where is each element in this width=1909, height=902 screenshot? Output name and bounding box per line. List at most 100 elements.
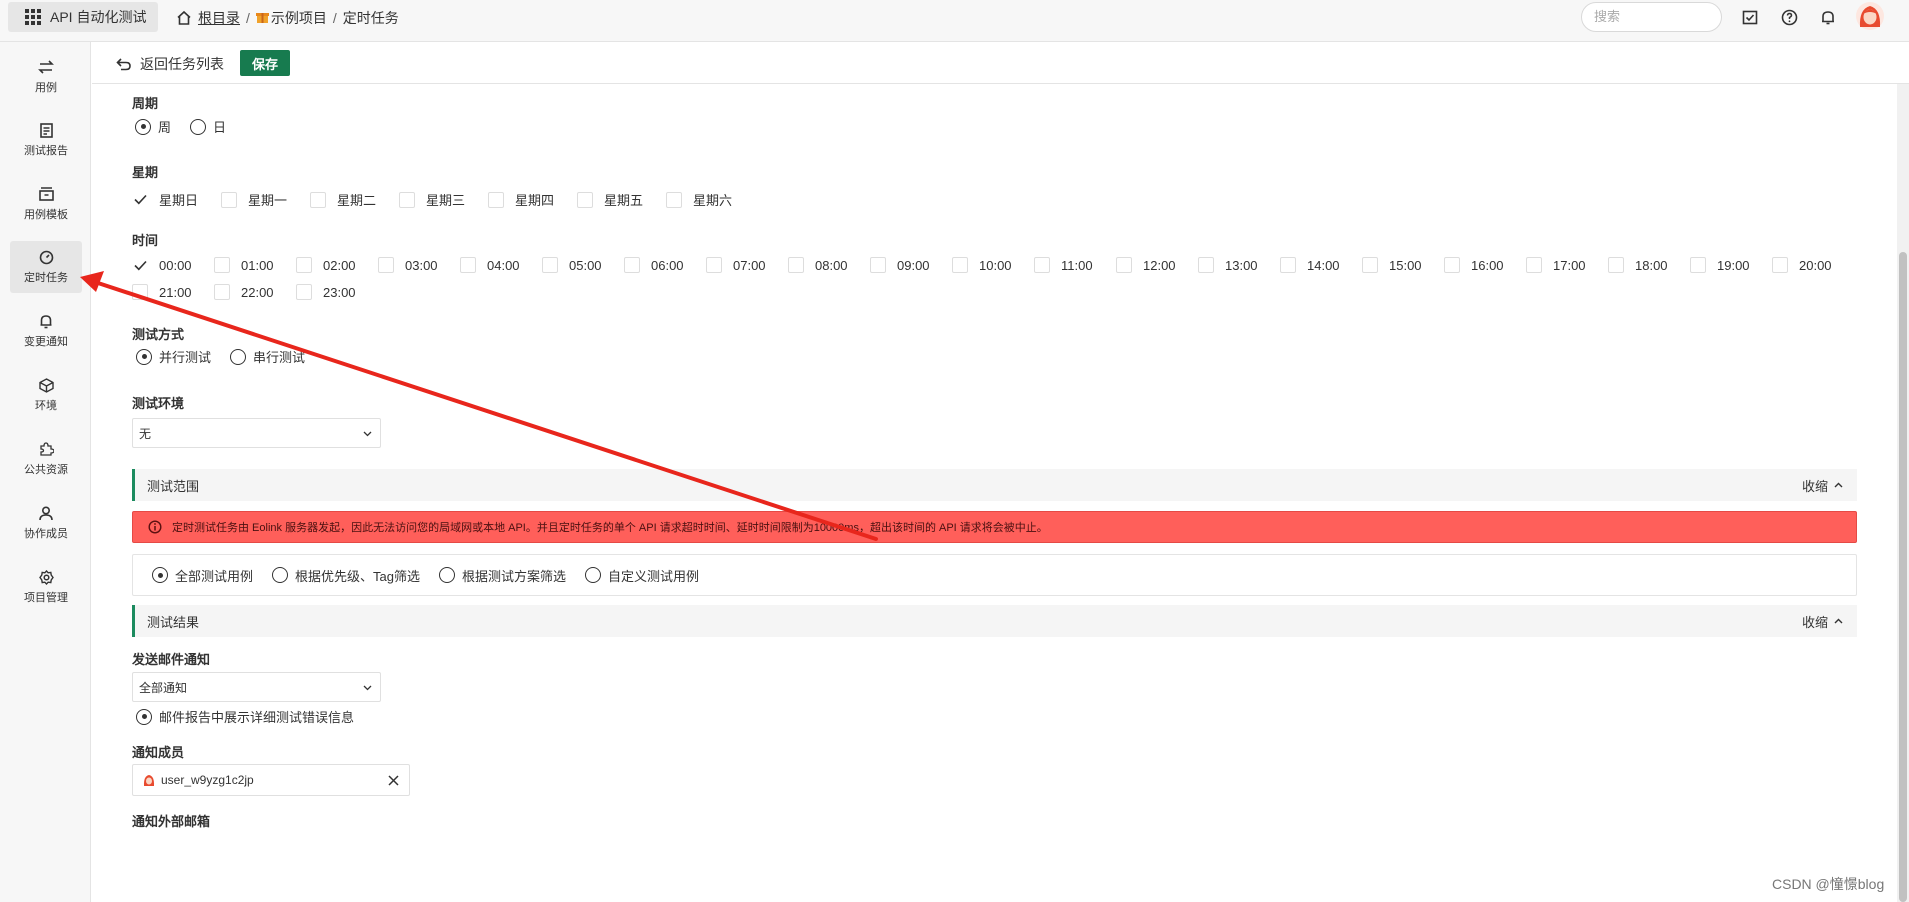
checkbox[interactable] <box>542 257 558 273</box>
help-icon[interactable] <box>1779 7 1799 27</box>
time-option[interactable]: 15:00 <box>1362 257 1444 273</box>
time-option[interactable]: 23:00 <box>296 284 378 300</box>
breadcrumb-project-link[interactable]: 示例项目 <box>271 8 327 28</box>
time-option[interactable]: 21:00 <box>132 284 214 300</box>
checkbox[interactable] <box>488 191 504 208</box>
radio-button[interactable] <box>136 348 152 365</box>
time-option[interactable]: 05:00 <box>542 257 624 273</box>
time-option[interactable]: 22:00 <box>214 284 296 300</box>
scope-option-all[interactable]: 全部测试用例 <box>152 566 253 585</box>
checkbox[interactable] <box>706 257 722 273</box>
checkbox[interactable] <box>296 284 312 300</box>
checkbox[interactable] <box>1198 257 1214 273</box>
checkbox[interactable] <box>1116 257 1132 273</box>
checkbox[interactable] <box>1362 257 1378 273</box>
checkbox[interactable] <box>952 257 968 273</box>
scope-collapse-button[interactable]: 收缩 <box>1802 476 1843 495</box>
radio-button[interactable] <box>230 348 247 365</box>
time-option[interactable]: 09:00 <box>870 257 952 273</box>
radio-button[interactable] <box>272 567 289 583</box>
time-option[interactable]: 08:00 <box>788 257 870 273</box>
weekday-option[interactable]: 星期六 <box>666 190 755 209</box>
time-option[interactable]: 03:00 <box>378 257 460 273</box>
breadcrumb-root-link[interactable]: 根目录 <box>198 8 240 28</box>
search-input[interactable]: 搜索 <box>1581 2 1722 32</box>
radio-button[interactable] <box>152 567 168 583</box>
sidebar-item-case-templates[interactable]: 用例模板 <box>10 178 82 230</box>
result-collapse-button[interactable]: 收缩 <box>1802 612 1843 631</box>
checkbox[interactable] <box>666 191 682 208</box>
app-switcher-button[interactable]: API 自动化测试 <box>8 2 158 32</box>
checkbox[interactable] <box>310 191 326 208</box>
time-option[interactable]: 13:00 <box>1198 257 1280 273</box>
time-option[interactable]: 19:00 <box>1690 257 1772 273</box>
checkbox[interactable] <box>870 257 886 273</box>
scope-option-priority-tag[interactable]: 根据优先级、Tag筛选 <box>272 566 420 585</box>
sidebar-item-scheduled-tasks[interactable]: 定时任务 <box>10 241 82 293</box>
back-to-list-button[interactable]: 返回任务列表 <box>116 54 224 74</box>
checkbox[interactable] <box>214 284 230 300</box>
scope-option-custom[interactable]: 自定义测试用例 <box>585 566 699 585</box>
test-mode-option-serial[interactable]: 串行测试 <box>230 347 305 366</box>
checkbox[interactable] <box>1690 257 1706 273</box>
time-option[interactable]: 20:00 <box>1772 257 1854 273</box>
checkbox[interactable] <box>296 257 312 273</box>
weekday-option[interactable]: 星期三 <box>399 190 488 209</box>
checkbox[interactable] <box>1608 257 1624 273</box>
checkbox[interactable] <box>1772 257 1788 273</box>
period-option-day[interactable]: 日 <box>190 117 226 136</box>
bell-icon[interactable] <box>1818 7 1838 27</box>
sidebar-item-change-notices[interactable]: 变更通知 <box>10 305 82 357</box>
time-option[interactable]: 17:00 <box>1526 257 1608 273</box>
period-option-week[interactable]: 周 <box>135 117 171 136</box>
sidebar-item-members[interactable]: 协作成员 <box>10 497 82 549</box>
time-option[interactable]: 10:00 <box>952 257 1034 273</box>
notify-members-field[interactable]: user_w9yzg1c2jp <box>132 764 410 796</box>
weekday-option[interactable]: 星期日 <box>132 190 221 209</box>
checkbox[interactable] <box>1034 257 1050 273</box>
time-option[interactable]: 04:00 <box>460 257 542 273</box>
checkbox[interactable] <box>788 257 804 273</box>
time-option[interactable]: 18:00 <box>1608 257 1690 273</box>
calendar-check-icon[interactable] <box>1740 7 1760 27</box>
radio-button[interactable] <box>136 708 152 725</box>
user-avatar[interactable] <box>1855 1 1885 31</box>
scrollbar-thumb[interactable] <box>1899 252 1907 902</box>
weekday-option[interactable]: 星期二 <box>310 190 399 209</box>
checkbox[interactable] <box>1444 257 1460 273</box>
email-detail-option[interactable]: 邮件报告中展示详细测试错误信息 <box>136 707 373 726</box>
checkbox[interactable] <box>221 191 237 208</box>
time-option[interactable]: 16:00 <box>1444 257 1526 273</box>
checkbox[interactable] <box>460 257 476 273</box>
email-notify-select[interactable]: 全部通知 <box>132 672 381 702</box>
time-option[interactable]: 14:00 <box>1280 257 1362 273</box>
time-option[interactable]: 07:00 <box>706 257 788 273</box>
sidebar-item-shared-resources[interactable]: 公共资源 <box>10 433 82 485</box>
time-option[interactable]: 06:00 <box>624 257 706 273</box>
save-button[interactable]: 保存 <box>240 50 290 76</box>
time-option[interactable]: 00:00 <box>132 257 214 273</box>
time-option[interactable]: 11:00 <box>1034 257 1116 273</box>
scope-option-test-plan[interactable]: 根据测试方案筛选 <box>438 566 566 585</box>
test-mode-option-parallel[interactable]: 并行测试 <box>136 347 211 366</box>
checkbox[interactable] <box>132 257 148 273</box>
sidebar-item-cases[interactable]: 用例 <box>10 51 82 103</box>
sidebar-item-project-settings[interactable]: 项目管理 <box>10 561 82 613</box>
time-option[interactable]: 02:00 <box>296 257 378 273</box>
sidebar-item-test-reports[interactable]: 测试报告 <box>10 114 82 166</box>
checkbox[interactable] <box>1280 257 1296 273</box>
close-icon[interactable] <box>388 774 399 786</box>
sidebar-item-environment[interactable]: 环境 <box>10 369 82 421</box>
checkbox[interactable] <box>577 191 593 208</box>
weekday-option[interactable]: 星期一 <box>221 190 310 209</box>
weekday-option[interactable]: 星期五 <box>577 190 666 209</box>
checkbox[interactable] <box>132 284 148 300</box>
checkbox[interactable] <box>1526 257 1542 273</box>
checkbox[interactable] <box>399 191 415 208</box>
time-option[interactable]: 12:00 <box>1116 257 1198 273</box>
checkbox[interactable] <box>132 191 148 208</box>
test-env-select[interactable]: 无 <box>132 418 381 448</box>
checkbox[interactable] <box>378 257 394 273</box>
radio-button[interactable] <box>585 567 601 583</box>
time-option[interactable]: 01:00 <box>214 257 296 273</box>
